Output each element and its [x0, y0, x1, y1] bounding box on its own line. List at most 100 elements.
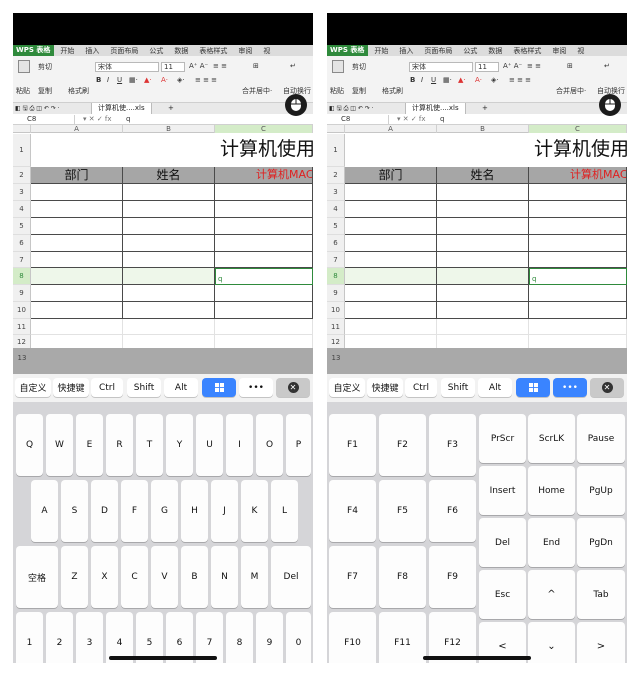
row-header[interactable]: 3 [327, 184, 345, 201]
ctrl-key[interactable]: Ctrl [405, 378, 437, 397]
wrap-icon[interactable]: ↵ [604, 62, 610, 70]
row-header[interactable]: 6 [327, 235, 345, 252]
row-header[interactable]: 13 [327, 348, 345, 368]
key-u[interactable]: U [196, 414, 223, 476]
custom-button[interactable]: 自定义 [15, 378, 51, 397]
home-indicator[interactable] [423, 656, 531, 660]
sheet-grid[interactable]: 1 2 3 4 5 6 7 8 9 10 11 12 计算机使用 部门 姓名 计… [13, 134, 313, 349]
format-painter-button[interactable]: 格式刷 [382, 86, 403, 96]
table-cell[interactable] [345, 184, 437, 201]
header-cell-mac[interactable]: 计算机MAC [215, 167, 313, 184]
key-f11[interactable]: F11 [379, 612, 426, 663]
escape-key[interactable]: Esc [479, 570, 526, 619]
table-cell[interactable] [345, 252, 437, 268]
add-tab-button[interactable]: + [168, 103, 174, 114]
empty-cell[interactable] [215, 335, 313, 349]
underline-button[interactable]: U [431, 76, 436, 84]
empty-cell[interactable] [215, 319, 313, 335]
arrow-up-key[interactable]: ^ [528, 570, 575, 619]
table-cell[interactable] [437, 252, 529, 268]
menu-table-style[interactable]: 表格样式 [199, 46, 227, 56]
mouse-mode-icon[interactable] [599, 94, 621, 116]
menu-formula[interactable]: 公式 [463, 46, 477, 56]
delete-key[interactable]: Del [271, 546, 311, 608]
alt-key[interactable]: Alt [164, 378, 198, 397]
active-cell-c8[interactable]: q [215, 268, 313, 285]
key-f9[interactable]: F9 [429, 546, 476, 608]
sheet-title[interactable]: 计算机使用 [534, 134, 627, 161]
row-header[interactable]: 4 [327, 201, 345, 218]
cell-reference[interactable]: C8 [329, 115, 389, 124]
row-header[interactable]: 11 [327, 319, 345, 335]
key-y[interactable]: Y [166, 414, 193, 476]
cut-button[interactable]: 剪切 [38, 62, 52, 72]
empty-cell[interactable] [31, 319, 123, 335]
paste-button[interactable]: 粘贴 [330, 86, 344, 96]
font-color-icon[interactable]: A· [161, 76, 168, 84]
menu-data[interactable]: 数据 [174, 46, 188, 56]
key-f4[interactable]: F4 [329, 480, 376, 542]
row-header[interactable]: 10 [13, 302, 31, 319]
table-cell[interactable] [529, 184, 627, 201]
empty-cell[interactable] [123, 335, 215, 349]
key-f5[interactable]: F5 [379, 480, 426, 542]
align-center-icon[interactable]: ≡ ≡ ≡ [509, 76, 531, 84]
font-name-select[interactable]: 宋体 [409, 62, 473, 72]
pause-key[interactable]: Pause [577, 414, 625, 463]
key-w[interactable]: W [46, 414, 73, 476]
app-name[interactable]: WPS 表格 [327, 45, 369, 56]
table-cell[interactable] [215, 184, 313, 201]
row-header[interactable]: 2 [327, 167, 345, 184]
table-cell[interactable] [345, 218, 437, 235]
row-header[interactable]: 12 [327, 335, 345, 349]
empty-cell[interactable] [437, 319, 529, 335]
document-tab[interactable]: 计算机使....xls [91, 103, 152, 114]
table-cell[interactable] [345, 302, 437, 319]
menu-table-style[interactable]: 表格样式 [513, 46, 541, 56]
key-j[interactable]: J [211, 480, 238, 542]
menu-page-layout[interactable]: 页面布局 [424, 46, 452, 56]
corner-cell[interactable] [327, 125, 345, 133]
column-header-a[interactable]: A [31, 125, 123, 133]
row-header[interactable]: 12 [13, 335, 31, 349]
align-icon[interactable]: ≡ ≡ [527, 62, 541, 70]
key-3[interactable]: 3 [76, 612, 103, 663]
merge-icon[interactable]: ⊞ [567, 62, 573, 70]
table-cell[interactable] [345, 268, 437, 285]
key-1[interactable]: 1 [16, 612, 43, 663]
table-cell[interactable] [123, 285, 215, 302]
table-cell[interactable] [437, 302, 529, 319]
key-l[interactable]: L [271, 480, 298, 542]
table-cell[interactable] [123, 268, 215, 285]
menu-formula[interactable]: 公式 [149, 46, 163, 56]
header-cell-department[interactable]: 部门 [31, 167, 123, 184]
ctrl-key[interactable]: Ctrl [91, 378, 123, 397]
add-tab-button[interactable]: + [482, 103, 488, 114]
table-cell[interactable] [215, 252, 313, 268]
row-header-selected[interactable]: 8 [13, 268, 31, 285]
close-keyboard-button[interactable]: ✕ [590, 378, 624, 397]
row-header[interactable]: 5 [327, 218, 345, 235]
key-8[interactable]: 8 [226, 612, 253, 663]
table-cell[interactable] [529, 235, 627, 252]
table-cell[interactable] [437, 285, 529, 302]
menu-home[interactable]: 开始 [60, 46, 74, 56]
key-x[interactable]: X [91, 546, 118, 608]
table-cell[interactable] [31, 201, 123, 218]
bold-button[interactable]: B [96, 76, 101, 84]
windows-key[interactable] [202, 378, 236, 397]
italic-button[interactable]: I [107, 76, 109, 84]
align-center-icon[interactable]: ≡ ≡ ≡ [195, 76, 217, 84]
mouse-mode-icon[interactable] [285, 94, 307, 116]
font-size-select[interactable]: 11 [475, 62, 499, 72]
table-cell[interactable] [215, 235, 313, 252]
menu-home[interactable]: 开始 [374, 46, 388, 56]
menu-data[interactable]: 数据 [488, 46, 502, 56]
paste-button[interactable]: 粘贴 [16, 86, 30, 96]
table-cell[interactable] [529, 302, 627, 319]
row-header[interactable]: 9 [327, 285, 345, 302]
font-grow-icon[interactable]: A⁺ A⁻ [189, 62, 208, 70]
key-d[interactable]: D [91, 480, 118, 542]
row-header-selected[interactable]: 8 [327, 268, 345, 285]
menu-view[interactable]: 视 [263, 46, 270, 56]
